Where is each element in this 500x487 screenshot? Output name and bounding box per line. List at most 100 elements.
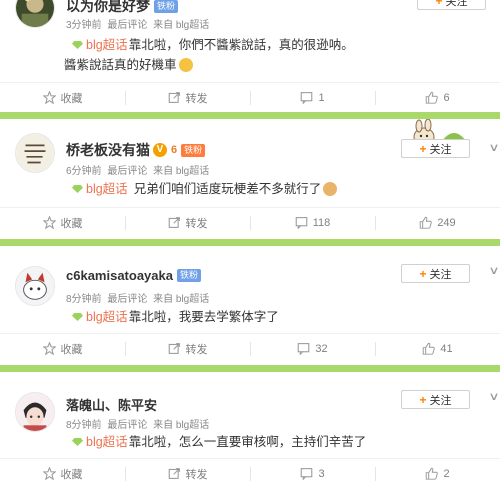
plus-icon: +	[419, 141, 427, 156]
super-topic-diamond-icon	[72, 185, 83, 193]
post-type: 最后评论	[107, 166, 148, 177]
follow-label: 关注	[445, 0, 468, 8]
comment-count: 3	[318, 467, 325, 480]
action-bar: 收藏 转发 118 249	[0, 207, 500, 237]
username[interactable]: 桥老板没有猫	[66, 140, 150, 160]
username-row: 桥老板没有猫 V 6 铁粉	[66, 140, 206, 160]
pray-emoji-icon	[323, 182, 338, 196]
comment-button[interactable]: 118	[250, 208, 375, 237]
content-text: 兄弟们咱们适度玩梗差不多就行了	[133, 182, 322, 196]
username[interactable]: 以为你是好梦	[66, 0, 150, 16]
content-line: blg超话 靠北啦，我要去学繁体字了	[72, 307, 484, 327]
post-source[interactable]: 来自 blg超话	[153, 420, 209, 431]
super-topic-link[interactable]: blg超话	[72, 179, 128, 199]
chevron-down-icon[interactable]: ∨	[488, 264, 499, 277]
feed-divider	[0, 365, 500, 372]
comment-icon	[295, 216, 308, 229]
post-type: 最后评论	[107, 294, 148, 305]
action-bar: 收藏 转发 1 6	[0, 82, 500, 112]
fan-badge: 铁粉	[176, 269, 201, 282]
favorite-label: 收藏	[60, 468, 83, 481]
like-button[interactable]: 2	[375, 459, 500, 487]
comment-button[interactable]: 32	[250, 334, 375, 363]
star-icon	[42, 216, 56, 229]
super-topic-diamond-icon	[72, 438, 83, 446]
favorite-label: 收藏	[60, 343, 83, 356]
post-content: blg超话 靠北啦，我要去学繁体字了	[72, 307, 484, 327]
username[interactable]: 落魄山、陈平安	[66, 395, 157, 414]
content-text: 靠北啦，怎么一直要审核啊，主持们辛苦了	[128, 435, 367, 449]
like-count: 41	[440, 342, 453, 355]
chevron-down-icon[interactable]: ∨	[488, 390, 499, 403]
forward-icon	[168, 467, 181, 480]
chevron-down-icon[interactable]: ∨	[488, 141, 499, 154]
follow-button[interactable]: + 关注	[417, 0, 486, 10]
action-bar: 收藏 转发 3 2	[0, 458, 500, 487]
weibo-feed: 以为你是好梦 铁粉 3分钟前 最后评论 来自 blg超话 + 关注 blg超话 靠…	[0, 0, 500, 487]
follow-button[interactable]: + 关注	[401, 139, 470, 158]
username-row: 落魄山、陈平安	[66, 395, 157, 414]
avatar[interactable]	[15, 392, 55, 432]
content-line: 醬紫說話真的好機車	[64, 55, 484, 75]
content-line: blg超话 靠北啦，怎么一直要审核啊，主持们辛苦了	[72, 432, 484, 452]
fan-badge: 铁粉	[181, 143, 206, 157]
super-topic-link[interactable]: blg超话	[72, 307, 128, 327]
favorite-button[interactable]: 收藏	[0, 208, 125, 237]
topic-label: blg超话	[86, 310, 128, 324]
favorite-button[interactable]: 收藏	[0, 83, 125, 112]
post-content: blg超话 靠北啦，你們不醬紫說話，真的很逊呐。 醬紫說話真的好機車	[64, 35, 484, 75]
action-bar: 收藏 转发 32 41	[0, 333, 500, 363]
forward-label: 转发	[185, 217, 208, 230]
forward-button[interactable]: 转发	[125, 459, 250, 487]
forward-button[interactable]: 转发	[125, 334, 250, 363]
like-button[interactable]: 249	[375, 208, 500, 237]
feed-divider	[0, 112, 500, 119]
topic-label: blg超话	[86, 435, 128, 449]
topic-label: blg超话	[86, 38, 128, 52]
post-meta: 3分钟前 最后评论 来自 blg超话	[66, 16, 212, 31]
super-topic-link[interactable]: blg超话	[72, 432, 128, 452]
forward-label: 转发	[185, 468, 208, 481]
verified-badge: V	[153, 143, 167, 157]
forward-icon	[168, 342, 181, 355]
thumbs-up-icon	[425, 467, 439, 480]
star-icon	[42, 342, 56, 355]
avatar[interactable]	[15, 133, 55, 173]
plus-icon: +	[419, 266, 427, 281]
post-card: c6kamisatoayaka 铁粉 8分钟前 最后评论 来自 blg超话 + 关…	[0, 246, 500, 365]
like-button[interactable]: 41	[375, 334, 500, 363]
post-time: 3分钟前	[66, 20, 102, 31]
post-time: 6分钟前	[66, 166, 102, 177]
post-source[interactable]: 来自 blg超话	[153, 20, 209, 31]
comment-button[interactable]: 3	[250, 459, 375, 487]
favorite-label: 收藏	[60, 217, 83, 230]
follow-button[interactable]: + 关注	[401, 264, 470, 283]
avatar[interactable]	[15, 0, 55, 28]
forward-button[interactable]: 转发	[125, 83, 250, 112]
super-topic-diamond-icon	[72, 313, 83, 321]
forward-button[interactable]: 转发	[125, 208, 250, 237]
comment-button[interactable]: 1	[250, 83, 375, 112]
avatar[interactable]	[15, 266, 55, 306]
super-topic-link[interactable]: blg超话	[72, 35, 128, 55]
forward-label: 转发	[185, 92, 208, 105]
follow-label: 关注	[429, 394, 452, 407]
username[interactable]: c6kamisatoayaka	[66, 268, 173, 283]
comment-count: 1	[318, 91, 325, 104]
follow-button[interactable]: + 关注	[401, 390, 470, 409]
comment-count: 32	[315, 342, 328, 355]
post-source[interactable]: 来自 blg超话	[153, 294, 209, 305]
like-button[interactable]: 6	[375, 83, 500, 112]
emoji-icon	[178, 58, 193, 72]
thumbs-up-icon	[425, 91, 439, 104]
forward-icon	[168, 91, 181, 104]
post-meta: 6分钟前 最后评论 来自 blg超话	[66, 162, 212, 177]
favorite-button[interactable]: 收藏	[0, 459, 125, 487]
star-icon	[42, 467, 56, 480]
follow-label: 关注	[429, 143, 452, 156]
content-line: blg超话 兄弟们咱们适度玩梗差不多就行了	[72, 179, 484, 199]
post-source[interactable]: 来自 blg超话	[153, 166, 209, 177]
like-count: 249	[437, 216, 456, 229]
favorite-button[interactable]: 收藏	[0, 334, 125, 363]
post-type: 最后评论	[107, 20, 148, 31]
